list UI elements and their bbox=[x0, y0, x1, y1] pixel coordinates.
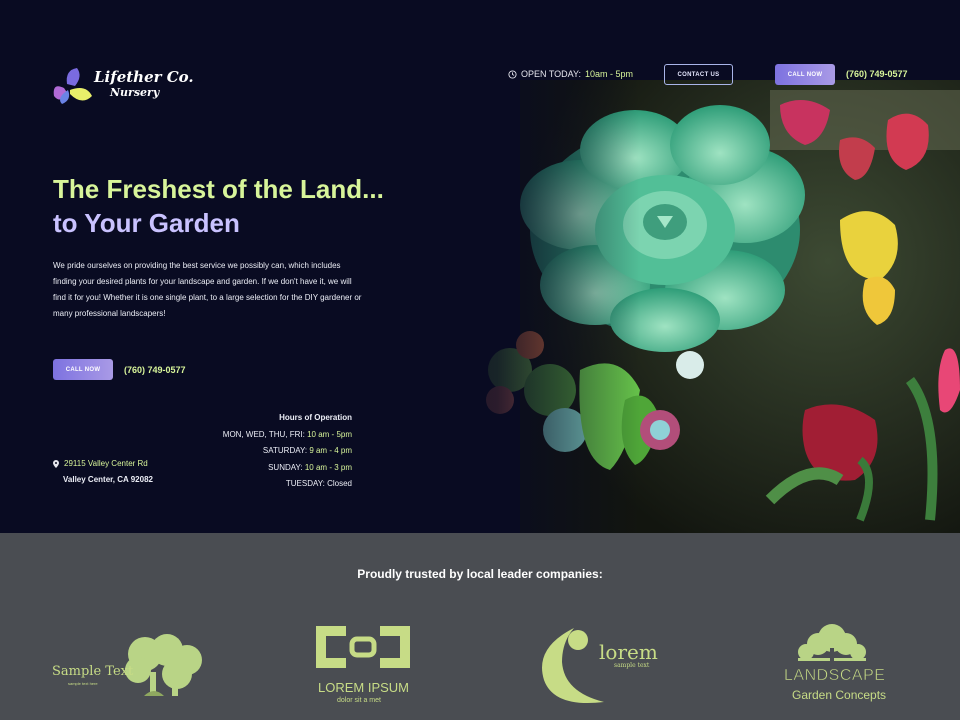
hours-of-operation: Hours of Operation MON, WED, THU, FRI: 1… bbox=[223, 410, 352, 493]
hours-row: MON, WED, THU, FRI: 10 am - 5pm bbox=[223, 427, 352, 444]
landscape-trees-icon bbox=[798, 624, 866, 662]
partner-1-tagline: sample text here bbox=[68, 681, 98, 686]
hours-row: SATURDAY: 9 am - 4 pm bbox=[223, 443, 352, 460]
partner-logo-4: LANDSCAPE Garden Concepts bbox=[778, 622, 886, 708]
hero-intro-text: We pride ourselves on providing the best… bbox=[53, 261, 362, 318]
contact-us-button[interactable]: CONTACT US bbox=[664, 64, 733, 85]
hours-day: SUNDAY: bbox=[268, 462, 303, 472]
hero-image-fade bbox=[380, 0, 640, 533]
hours-time: 9 am - 4 pm bbox=[309, 446, 352, 455]
partner-4-tagline: Garden Concepts bbox=[792, 688, 887, 702]
hours-time: 10 am - 3 pm bbox=[304, 462, 352, 472]
partner-2-name: LOREM IPSUM bbox=[318, 680, 410, 695]
hours-day: SATURDAY: bbox=[262, 446, 308, 455]
brand-name: Lifether Co. bbox=[94, 68, 194, 86]
hours-row: SUNDAY: 10 am - 3 pm bbox=[223, 460, 352, 477]
trusted-title: Proudly trusted by local leader companie… bbox=[357, 567, 603, 581]
hours-day: MON, WED, THU, FRI: bbox=[222, 429, 305, 439]
partner-1-name: Sample Text bbox=[52, 664, 134, 679]
bracket-logo-icon bbox=[316, 626, 410, 668]
hours-time: Closed bbox=[327, 479, 352, 488]
partner-2-tagline: dolor sit a met bbox=[337, 697, 381, 704]
partner-logo-3: lorem sample text bbox=[536, 624, 661, 708]
address-street: 29115 Valley Center Rd bbox=[64, 459, 148, 468]
headline-line-2: to Your Garden bbox=[53, 208, 240, 238]
brand-subtitle: Nursery bbox=[110, 86, 160, 99]
open-today-hours: 10am - 5pm bbox=[585, 69, 634, 79]
partner-3-tagline: sample text bbox=[614, 662, 650, 669]
partner-4-name: LANDSCAPE bbox=[784, 667, 886, 685]
partner-logo-1: Sample Text sample text here bbox=[50, 632, 205, 698]
address-street-row: 29115 Valley Center Rd bbox=[53, 456, 153, 472]
call-now-button-hero[interactable]: CALL NOW bbox=[53, 359, 113, 380]
hours-title: Hours of Operation bbox=[279, 413, 352, 422]
partner-3-name: lorem bbox=[599, 640, 658, 664]
hours-day: TUESDAY: bbox=[285, 479, 325, 488]
call-now-button-header[interactable]: CALL NOW bbox=[775, 64, 835, 85]
hours-row: TUESDAY: Closed bbox=[223, 476, 352, 493]
headline-line-1: The Freshest of the Land... bbox=[53, 174, 384, 204]
hero-section: Lifether Co. Nursery OPEN TODAY: 10am - … bbox=[0, 0, 960, 533]
brand-logo[interactable]: Lifether Co. Nursery bbox=[52, 64, 194, 108]
address-block[interactable]: 29115 Valley Center Rd Valley Center, CA… bbox=[53, 456, 153, 488]
hero-phone-link[interactable]: (760) 749-0577 bbox=[124, 365, 186, 375]
open-today-label: OPEN TODAY: bbox=[521, 69, 582, 79]
partner-logo-2: LOREM IPSUM dolor sit a met bbox=[308, 622, 418, 708]
hours-time: 10 am - 5pm bbox=[307, 429, 352, 439]
hero-headline: The Freshest of the Land... to Your Gard… bbox=[53, 172, 384, 240]
clock-icon bbox=[508, 69, 517, 79]
open-today: OPEN TODAY: 10am - 5pm bbox=[508, 69, 633, 79]
map-pin-icon bbox=[53, 460, 59, 468]
header-phone-link[interactable]: (760) 749-0577 bbox=[846, 69, 908, 79]
address-city: Valley Center, CA 92082 bbox=[63, 475, 153, 484]
